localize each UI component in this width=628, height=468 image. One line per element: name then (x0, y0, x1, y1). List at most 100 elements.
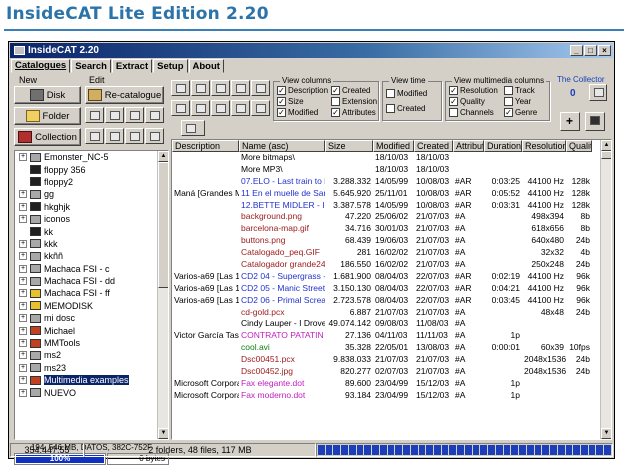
checkbox-modified[interactable]: ✓ Modified (277, 108, 318, 117)
file-grid[interactable]: Description Name (asc) Size Modified Cre… (171, 139, 612, 440)
tree-item[interactable]: + Machaca FSI - dd (15, 275, 168, 287)
table-row[interactable]: Maná [Grandes M 11 En el muelle de Sar 5.6… (172, 188, 600, 200)
expand-icon[interactable]: + (19, 363, 27, 372)
collector-save-button[interactable] (585, 112, 605, 131)
grid-scroll-down-arrow[interactable]: ▼ (601, 428, 611, 439)
checkbox-time-created[interactable]: Created (386, 104, 425, 113)
table-row[interactable]: Microsoft Corporati Fax moderno.dot 93.184… (172, 390, 600, 402)
tree-item[interactable]: + kkk (15, 238, 168, 250)
checkbox-created[interactable]: ✓ Created (331, 86, 370, 95)
tree-scrollbar[interactable]: ▲ ▼ (157, 151, 168, 439)
grid-scroll-thumb[interactable] (601, 151, 611, 159)
expand-icon[interactable]: + (19, 326, 27, 335)
expand-icon[interactable]: + (19, 153, 27, 162)
tab-search[interactable]: Search (71, 59, 111, 73)
maximize-button[interactable]: □ (584, 45, 597, 56)
column-description[interactable]: Description (172, 140, 239, 152)
checkbox-extension[interactable]: Extension (331, 97, 377, 106)
expand-icon[interactable]: + (19, 190, 27, 199)
column-created[interactable]: Created (414, 140, 453, 152)
eraser-button[interactable] (181, 120, 205, 136)
tree-item[interactable]: + iconos (15, 213, 168, 225)
checkbox-genre[interactable]: ✓ Genre (504, 108, 537, 117)
table-row[interactable]: Varios-a69 [Las 10 CD2 05 - Manic Street 3… (172, 283, 600, 295)
expand-icon[interactable]: + (19, 301, 27, 310)
recatalogue-button[interactable]: Re-catalogue (85, 86, 164, 104)
delete-button[interactable] (85, 107, 104, 123)
grid-scrollbar[interactable]: ▲ ▼ (600, 140, 611, 439)
checkbox-time-modified[interactable]: Modified (386, 89, 427, 98)
expand-icon[interactable]: + (19, 388, 27, 397)
table-row[interactable]: Varios-a69 [Las 10 CD2 06 - Primal Screar… (172, 295, 600, 307)
title-bar[interactable]: InsideCAT 2.20 _ □ × (10, 43, 613, 58)
column-quality[interactable]: Quality (566, 140, 592, 152)
cut-button[interactable] (85, 128, 104, 144)
table-row[interactable]: 12.BETTE MIDLER - I 3.387.578 14/05/99 10/0… (172, 200, 600, 212)
scroll-thumb[interactable] (158, 162, 168, 288)
export-button[interactable] (231, 80, 250, 96)
new-folder-button[interactable]: Folder (14, 107, 81, 125)
expand-icon[interactable]: + (19, 314, 27, 323)
column-duration[interactable]: Duration (484, 140, 522, 152)
tab-about[interactable]: About (188, 59, 224, 73)
checkbox-track[interactable]: Track (504, 86, 535, 95)
expand-icon[interactable]: + (19, 264, 27, 273)
view-list-button[interactable] (171, 80, 190, 96)
expand-icon[interactable]: + (19, 215, 27, 224)
properties-button[interactable] (105, 107, 124, 123)
tree-item[interactable]: + Machaca FSI - c (15, 263, 168, 275)
checkbox-resolution[interactable]: ✓ Resolution (449, 86, 498, 95)
tree-item[interactable]: + Machaca FSI - ff (15, 287, 168, 299)
table-row[interactable]: More MP3\ 18/10/03 18/10/03 (172, 164, 600, 176)
tree-item[interactable]: + ms2 (15, 349, 168, 361)
tree-item[interactable]: + Michael (15, 324, 168, 336)
expand-icon[interactable]: + (19, 277, 27, 286)
table-row[interactable]: cd-gold.pcx 6.887 21/07/03 21/07/03 #A 48x48 2… (172, 307, 600, 319)
find-button[interactable] (145, 128, 164, 144)
table-row[interactable]: Dsc00451.pcx 9.838.033 21/07/03 21/07/03 #A 2… (172, 354, 600, 366)
tree-item[interactable]: floppy 356 (15, 163, 168, 175)
up-folder-button[interactable] (171, 100, 190, 116)
expand-icon[interactable]: + (19, 339, 27, 348)
tree-item[interactable]: floppy2 (15, 176, 168, 188)
tab-extract[interactable]: Extract (111, 59, 153, 73)
table-row[interactable]: Dsc00452.jpg 820.277 02/07/03 21/07/03 #A 204… (172, 366, 600, 378)
tree-view-button[interactable] (125, 107, 144, 123)
tree-item[interactable]: + MMTools (15, 337, 168, 349)
grid-scroll-up-arrow[interactable]: ▲ (601, 140, 611, 151)
minimize-button[interactable]: _ (570, 45, 583, 56)
view-details-button[interactable] (191, 80, 210, 96)
tree-item[interactable]: kk (15, 225, 168, 237)
checkbox-quality[interactable]: ✓ Quality (449, 97, 485, 106)
table-row[interactable]: Victor García Tasc CONTRATO PATATIN 27.136… (172, 330, 600, 342)
column-attributes[interactable]: Attributes (453, 140, 484, 152)
checkbox-year[interactable]: Year (504, 97, 531, 106)
print-button[interactable] (251, 80, 270, 96)
tree-item[interactable]: + mi dosc (15, 312, 168, 324)
checkbox-attributes[interactable]: ✓ Attributes (331, 108, 376, 117)
tree-item[interactable]: + MEMODISK (15, 300, 168, 312)
column-size[interactable]: Size (325, 140, 373, 152)
forward-button[interactable] (211, 100, 230, 116)
expand-icon[interactable]: + (19, 289, 27, 298)
table-row[interactable]: Catalogador grande24. 186.550 16/02/02 21/0… (172, 259, 600, 271)
expand-icon[interactable]: + (19, 376, 27, 385)
table-row[interactable]: Microsoft Corporati Fax elegante.dot 89.60… (172, 378, 600, 390)
checkbox-description[interactable]: ✓ Description (277, 86, 328, 95)
tree-item[interactable]: + kkññ (15, 250, 168, 262)
scroll-up-arrow[interactable]: ▲ (158, 151, 168, 162)
column-modified[interactable]: Modified (373, 140, 414, 152)
tree-item[interactable]: + hkghjk (15, 201, 168, 213)
view-thumbs-button[interactable] (211, 80, 230, 96)
catalogue-tree[interactable]: + Emonster_NC-5 floppy 356 floppy2 + gg + hkghj… (14, 150, 169, 440)
column-resolution[interactable]: Resolution (522, 140, 566, 152)
checkbox-size[interactable]: ✓ Size (277, 97, 304, 106)
refresh-button[interactable] (251, 100, 270, 116)
tree-item[interactable]: + NUEVO (15, 386, 168, 398)
copy-button[interactable] (105, 128, 124, 144)
tree-item[interactable]: + Multimedia examples (15, 374, 168, 386)
table-row[interactable]: buttons.png 68.439 19/06/03 21/07/03 #A 640x4… (172, 235, 600, 247)
scroll-down-arrow[interactable]: ▼ (158, 428, 168, 439)
table-row[interactable]: barcelona-map.gif 34.716 30/01/03 21/07/03 #… (172, 223, 600, 235)
close-button[interactable]: × (598, 45, 611, 56)
